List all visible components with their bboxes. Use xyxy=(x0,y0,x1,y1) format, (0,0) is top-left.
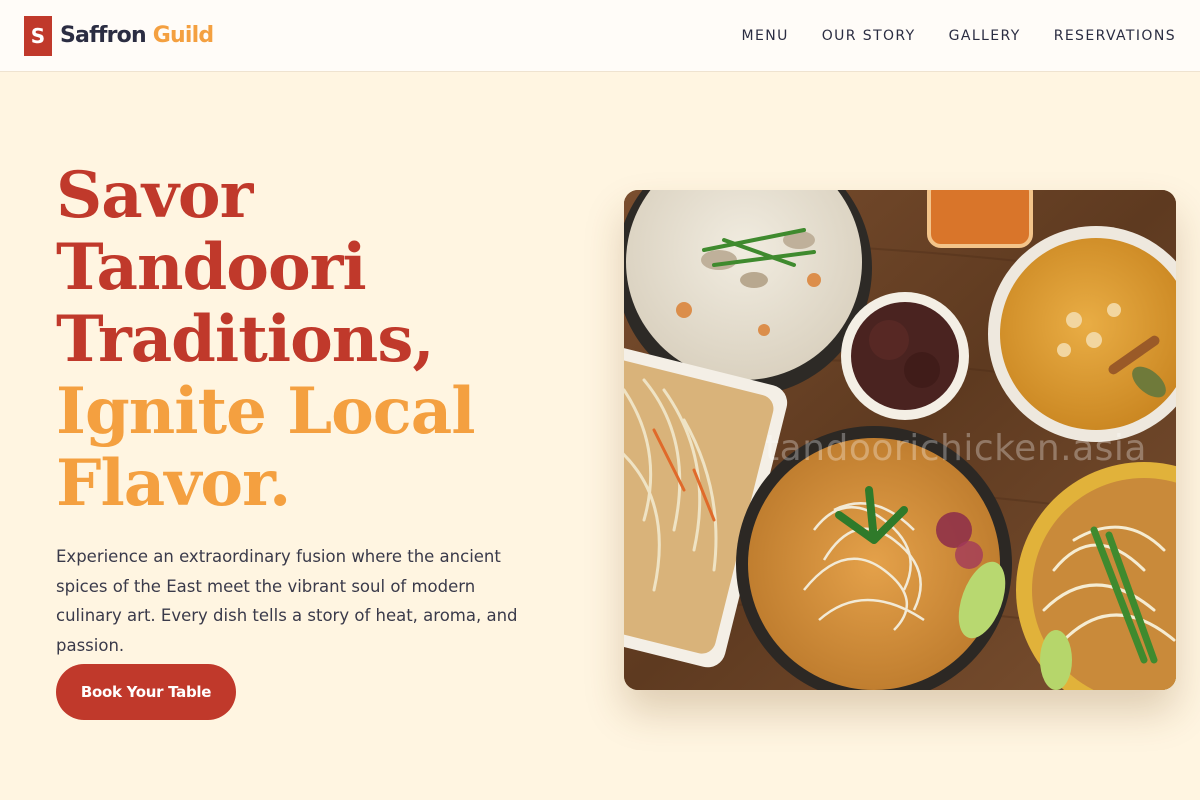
site-header: S Saffron Guild MENU OUR STORY GALLERY R… xyxy=(0,0,1200,72)
hero-headline: Savor Tandoori Traditions, Ignite Local … xyxy=(56,160,576,520)
headline-line-1: Savor xyxy=(56,158,253,233)
hero-text: Savor Tandoori Traditions, Ignite Local … xyxy=(56,160,576,660)
brand-name-second: Guild xyxy=(152,23,214,48)
nav-link-reservations[interactable]: RESERVATIONS xyxy=(1054,28,1176,44)
hero-food-photo: tandoorichicken.asia xyxy=(624,190,1176,690)
nav-link-gallery[interactable]: GALLERY xyxy=(949,28,1021,44)
headline-line-2: Tandoori xyxy=(56,230,367,305)
headline-line-3: Traditions, xyxy=(56,302,435,377)
book-table-button[interactable]: Book Your Table xyxy=(56,664,236,720)
brand-name: Saffron Guild xyxy=(60,23,214,48)
brand-mark: S xyxy=(24,15,52,56)
hero-description: Experience an extraordinary fusion where… xyxy=(56,547,518,655)
headline-line-5: Flavor. xyxy=(56,446,291,521)
headline-line-4: Ignite Local xyxy=(56,374,476,449)
sauce-jar xyxy=(927,190,1033,248)
nav-link-menu[interactable]: MENU xyxy=(741,28,788,44)
main-nav: MENU OUR STORY GALLERY RESERVATIONS xyxy=(741,28,1176,44)
brand-name-first: Saffron xyxy=(60,23,147,48)
food-spread-illustration xyxy=(624,190,1176,690)
rice-bowl xyxy=(841,292,969,420)
brand-logo[interactable]: S Saffron Guild xyxy=(24,15,214,56)
nav-link-our-story[interactable]: OUR STORY xyxy=(822,28,916,44)
